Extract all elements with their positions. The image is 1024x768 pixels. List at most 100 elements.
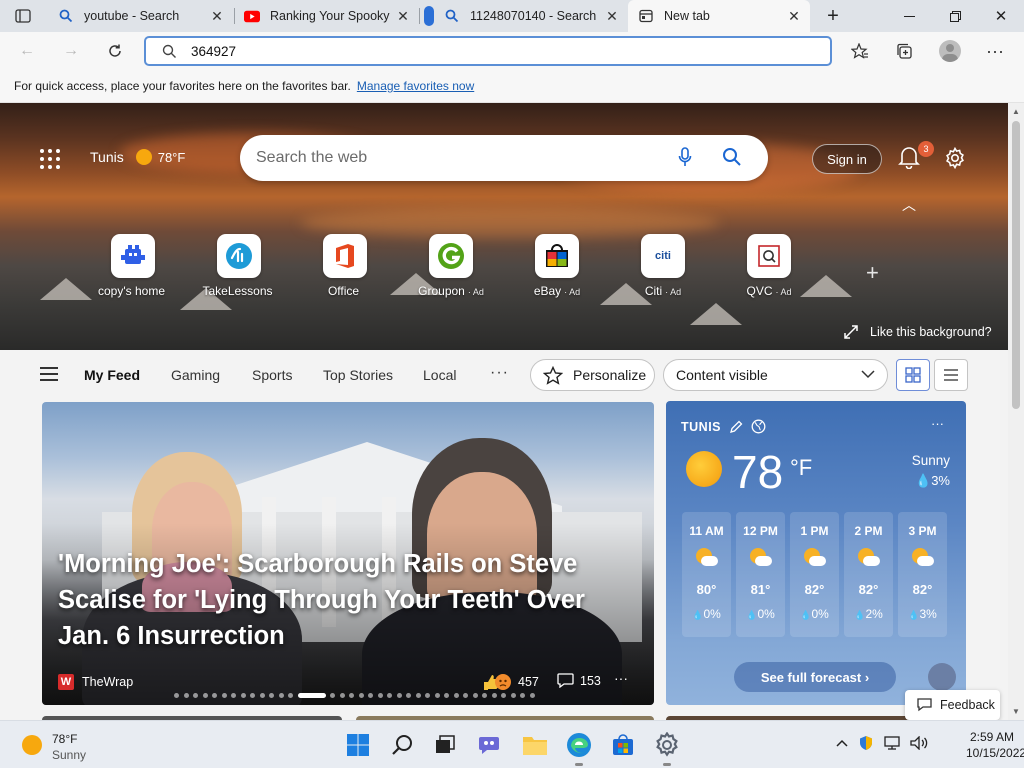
carousel-dot[interactable]: [212, 693, 217, 698]
weather-more-button[interactable]: ···: [931, 416, 944, 431]
feedback-button[interactable]: Feedback: [905, 690, 1000, 720]
carousel-dot[interactable]: [278, 693, 284, 698]
carousel-dot[interactable]: [231, 693, 236, 698]
carousel-dot[interactable]: [174, 693, 179, 698]
restore-button[interactable]: [932, 0, 978, 32]
taskbar-search-button[interactable]: [388, 730, 418, 760]
tab-ranking-spooky[interactable]: Ranking Your Spooky ✕: [234, 0, 419, 32]
profile-button[interactable]: [935, 37, 965, 65]
carousel-dot[interactable]: [434, 693, 440, 698]
carousel-dot[interactable]: [491, 693, 497, 698]
add-quick-link-button[interactable]: +: [866, 260, 879, 286]
quick-link-takelessons[interactable]: TakeLessons: [194, 234, 284, 298]
task-view-button[interactable]: [430, 730, 460, 760]
news-reactions[interactable]: 457: [482, 673, 539, 691]
close-tab-icon[interactable]: ✕: [786, 8, 802, 25]
taskbar-clock[interactable]: 2:59 AM 10/15/2022: [966, 729, 1024, 761]
carousel-dot[interactable]: [240, 693, 246, 698]
sign-in-button[interactable]: Sign in: [812, 144, 882, 174]
carousel-dot[interactable]: [183, 693, 189, 698]
carousel-dot[interactable]: [501, 693, 506, 698]
hourly-forecast-item[interactable]: 12 PM 81° 💧0%: [736, 512, 785, 637]
taskbar-weather-widget[interactable]: 78°F Sunny: [22, 731, 86, 763]
news-hero-card[interactable]: 'Morning Joe': Scarborough Rails on Stev…: [42, 402, 654, 705]
news-source[interactable]: W TheWrap: [58, 674, 133, 690]
carousel-dot[interactable]: [349, 693, 354, 698]
weather-city[interactable]: TUNIS: [681, 419, 766, 434]
tab-gaming[interactable]: Gaming: [171, 367, 220, 383]
carousel-dot[interactable]: [377, 693, 383, 698]
carousel-dot[interactable]: [453, 693, 459, 698]
globe-icon[interactable]: [751, 419, 766, 434]
quick-link-office[interactable]: Office: [300, 234, 390, 298]
carousel-indicator[interactable]: [174, 693, 539, 698]
edge-browser-button[interactable]: [564, 730, 594, 766]
chevron-up-icon[interactable]: [836, 739, 848, 747]
quick-link-citi[interactable]: citi Citi · Ad: [618, 234, 708, 298]
news-comments[interactable]: 153: [557, 673, 601, 688]
carousel-dot[interactable]: [193, 693, 198, 698]
carousel-dot[interactable]: [415, 693, 421, 698]
web-search-input[interactable]: [256, 149, 656, 167]
more-tabs-button[interactable]: ···: [490, 364, 509, 382]
carousel-dot[interactable]: [259, 693, 265, 698]
carousel-dot[interactable]: [425, 693, 430, 698]
tab-actions-button[interactable]: [0, 0, 46, 32]
carousel-dot[interactable]: [472, 693, 478, 698]
search-submit-icon[interactable]: [722, 147, 742, 172]
content-visibility-dropdown[interactable]: Content visible: [663, 359, 888, 391]
page-settings-button[interactable]: [944, 146, 966, 174]
carousel-dot[interactable]: [221, 693, 227, 698]
list-view-button[interactable]: [934, 359, 968, 391]
carousel-dot[interactable]: [330, 693, 335, 698]
carousel-dot[interactable]: [529, 693, 535, 698]
close-tab-icon[interactable]: ✕: [604, 8, 620, 25]
settings-menu-button[interactable]: ···: [980, 37, 1010, 65]
scroll-up-arrow-icon[interactable]: ▲: [1008, 103, 1024, 119]
carousel-dot[interactable]: [297, 693, 326, 698]
web-search-box[interactable]: [240, 135, 768, 181]
like-background-button[interactable]: Like this background?: [844, 325, 992, 339]
carousel-dot[interactable]: [269, 693, 274, 698]
carousel-dot[interactable]: [202, 693, 208, 698]
weather-location[interactable]: Tunis 78°F: [90, 149, 185, 165]
microphone-icon[interactable]: [678, 147, 692, 172]
collections-button[interactable]: [889, 37, 919, 65]
hourly-forecast-item[interactable]: 3 PM 82° 💧3%: [898, 512, 947, 637]
volume-icon[interactable]: [910, 736, 928, 750]
hourly-forecast-item[interactable]: 1 PM 82° 💧0%: [790, 512, 839, 637]
scrollbar-thumb[interactable]: [1012, 121, 1020, 409]
carousel-dot[interactable]: [406, 693, 411, 698]
tab-my-feed[interactable]: My Feed: [84, 367, 140, 383]
carousel-dot[interactable]: [250, 693, 255, 698]
scroll-down-arrow-icon[interactable]: ▼: [1008, 703, 1024, 719]
security-shield-icon[interactable]: [858, 735, 874, 751]
notifications-button[interactable]: 3: [898, 141, 934, 171]
news-headline[interactable]: 'Morning Joe': Scarborough Rails on Stev…: [58, 546, 628, 654]
address-bar[interactable]: [144, 36, 832, 66]
collapse-quick-links-button[interactable]: ︿: [902, 195, 916, 215]
weather-unit[interactable]: °F: [790, 455, 812, 481]
network-icon[interactable]: [884, 736, 900, 750]
carousel-dot[interactable]: [339, 693, 345, 698]
new-tab-button[interactable]: +: [810, 0, 856, 32]
settings-app-button[interactable]: [652, 730, 682, 766]
close-tab-icon[interactable]: ✕: [209, 8, 225, 25]
hourly-forecast-item[interactable]: 11 AM 80° 💧0%: [682, 512, 731, 637]
hamburger-menu-icon[interactable]: [40, 367, 58, 381]
carousel-dot[interactable]: [368, 693, 373, 698]
carousel-dot[interactable]: [482, 693, 487, 698]
manage-favorites-link[interactable]: Manage favorites now: [357, 79, 474, 93]
minimize-button[interactable]: [886, 0, 932, 32]
back-button[interactable]: ←: [12, 37, 42, 65]
carousel-dot[interactable]: [463, 693, 468, 698]
microsoft-store-button[interactable]: [608, 730, 638, 760]
carousel-dot[interactable]: [358, 693, 364, 698]
page-scrollbar[interactable]: ▲ ▼: [1008, 103, 1024, 720]
close-tab-icon[interactable]: ✕: [395, 8, 411, 25]
start-button[interactable]: [343, 730, 373, 760]
grid-view-button[interactable]: [896, 359, 930, 391]
weather-card[interactable]: TUNIS ··· 78 °F Sunny 💧3% 11 AM 80° 💧0% …: [666, 401, 966, 705]
carousel-dot[interactable]: [387, 693, 392, 698]
tab-local[interactable]: Local: [423, 367, 456, 383]
